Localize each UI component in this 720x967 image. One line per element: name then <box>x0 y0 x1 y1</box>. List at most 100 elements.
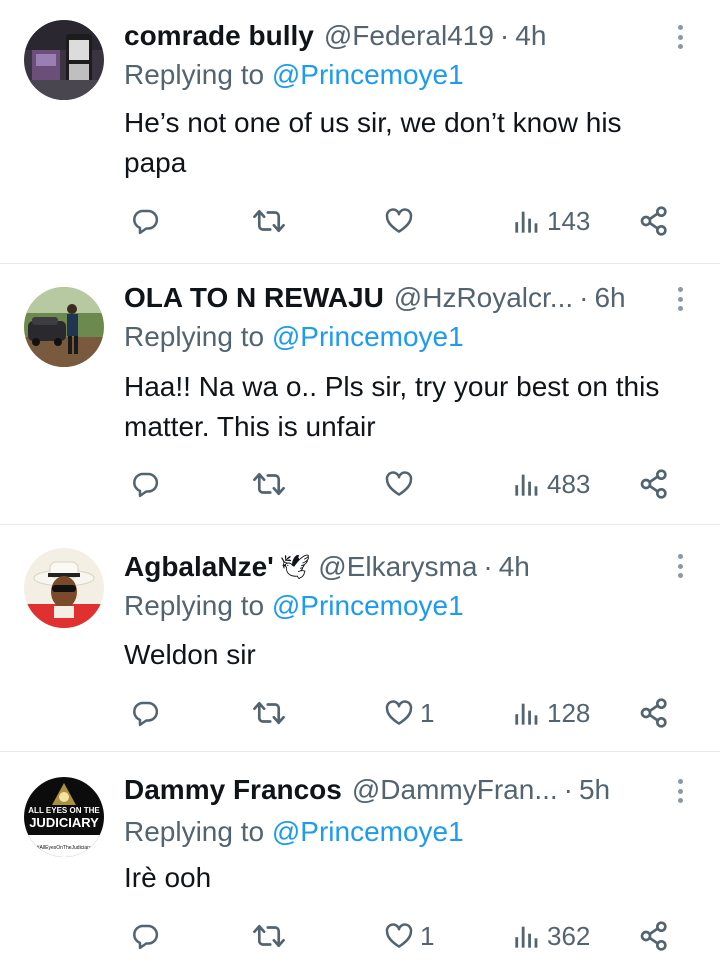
like-icon <box>384 698 414 728</box>
retweet-icon <box>252 921 286 951</box>
reply-icon <box>130 469 160 499</box>
views-button[interactable]: 143 <box>513 201 590 241</box>
author-name[interactable]: Dammy Francos <box>124 774 342 806</box>
share-button[interactable] <box>638 464 670 504</box>
separator-dot: · <box>499 20 510 51</box>
views-count: 143 <box>547 205 591 236</box>
author-name[interactable]: AgbalaNze' <box>124 551 274 583</box>
author-name[interactable]: comrade bully <box>124 20 314 52</box>
replying-to-mention[interactable]: @Princemoye1 <box>272 59 464 90</box>
retweet-icon <box>252 469 286 499</box>
replying-to-label: Replying to <box>124 816 272 847</box>
replying-to-mention[interactable]: @Princemoye1 <box>272 321 464 352</box>
like-button[interactable]: 1 <box>384 916 434 956</box>
reply-icon <box>130 206 160 236</box>
views-count: 483 <box>547 468 591 499</box>
avatar-text-top: ALL EYES ON THE <box>28 806 100 815</box>
reply-icon <box>130 698 160 728</box>
reply-text: Irè ooh <box>124 862 212 893</box>
timestamp[interactable]: 4h <box>515 20 546 52</box>
retweet-icon <box>252 206 286 236</box>
action-bar: 143 <box>0 201 720 241</box>
share-button[interactable] <box>638 693 670 733</box>
reply-header: AgbalaNze' 🕊 @Elkarysma · 4h <box>124 549 660 585</box>
share-button[interactable] <box>638 201 670 241</box>
reply-button[interactable] <box>130 201 160 241</box>
retweet-button[interactable] <box>252 464 286 504</box>
like-count: 1 <box>420 920 435 951</box>
avatar[interactable]: ALL EYES ON THE JUDICIARY #AllEyesOnTheJ… <box>24 777 104 857</box>
like-button[interactable] <box>384 201 420 241</box>
retweet-button[interactable] <box>252 201 286 241</box>
share-icon <box>638 920 670 952</box>
author-name[interactable]: OLA TO N REWAJU <box>124 282 384 314</box>
reply-item[interactable]: OLA TO N REWAJU @HzRoyalcr... · 6h Reply… <box>0 264 720 525</box>
views-icon <box>513 469 541 499</box>
separator-dot: · <box>563 774 573 805</box>
more-icon[interactable] <box>670 776 690 806</box>
replying-to: Replying to @Princemoye1 <box>124 590 464 622</box>
dove-icon: 🕊 <box>279 553 311 581</box>
views-count: 128 <box>547 697 591 728</box>
replying-to: Replying to @Princemoye1 <box>124 816 464 848</box>
replying-to-mention[interactable]: @Princemoye1 <box>272 590 464 621</box>
replying-to-label: Replying to <box>124 321 272 352</box>
retweet-icon <box>252 698 286 728</box>
views-button[interactable]: 128 <box>513 693 590 733</box>
separator-dot: · <box>579 282 589 313</box>
views-button[interactable]: 483 <box>513 464 590 504</box>
like-count: 1 <box>420 697 435 728</box>
separator-dot: · <box>483 551 493 582</box>
reply-text: Haa!! Na wa o.. Pls sir, try your best o… <box>124 371 660 442</box>
share-icon <box>638 205 670 237</box>
author-handle[interactable]: @Federal419 <box>324 20 494 52</box>
replying-to: Replying to @Princemoye1 <box>124 59 464 91</box>
replying-to-label: Replying to <box>124 590 272 621</box>
reply-button[interactable] <box>130 693 160 733</box>
avatar-text-main: JUDICIARY <box>29 815 99 830</box>
retweet-button[interactable] <box>252 693 286 733</box>
views-button[interactable]: 362 <box>513 916 590 956</box>
views-icon <box>513 698 541 728</box>
avatar-text-hashtag: #AllEyesOnTheJudiciary <box>37 845 92 851</box>
avatar[interactable] <box>24 20 104 100</box>
more-icon[interactable] <box>670 22 690 52</box>
reply-text: He’s not one of us sir, we don’t know hi… <box>124 107 622 178</box>
avatar[interactable] <box>24 548 104 628</box>
timestamp[interactable]: 6h <box>594 282 625 314</box>
avatar[interactable] <box>24 287 104 367</box>
reply-item[interactable]: comrade bully @Federal419 · 4h Replying … <box>0 0 720 264</box>
author-handle[interactable]: @HzRoyalcr... <box>394 282 573 314</box>
reply-header: OLA TO N REWAJU @HzRoyalcr... · 6h <box>124 280 660 316</box>
action-bar: 483 <box>0 464 720 504</box>
like-button[interactable] <box>384 464 420 504</box>
like-icon <box>384 469 414 499</box>
timestamp[interactable]: 4h <box>499 551 530 583</box>
reply-button[interactable] <box>130 464 160 504</box>
views-count: 362 <box>547 920 591 951</box>
reply-icon <box>130 921 160 951</box>
views-icon <box>513 921 541 951</box>
views-icon <box>513 206 541 236</box>
like-button[interactable]: 1 <box>384 693 434 733</box>
action-bar: 1 128 <box>0 693 720 733</box>
replying-to: Replying to @Princemoye1 <box>124 321 464 353</box>
action-bar: 1 362 <box>0 916 720 956</box>
like-icon <box>384 921 414 951</box>
like-icon <box>384 206 414 236</box>
reply-header: Dammy Francos @DammyFran... · 5h <box>124 772 660 808</box>
reply-item[interactable]: AgbalaNze' 🕊 @Elkarysma · 4h Replying to… <box>0 525 720 752</box>
replying-to-label: Replying to <box>124 59 272 90</box>
reply-item[interactable]: ALL EYES ON THE JUDICIARY #AllEyesOnTheJ… <box>0 752 720 967</box>
reply-button[interactable] <box>130 916 160 956</box>
author-handle[interactable]: @DammyFran... <box>352 774 558 806</box>
retweet-button[interactable] <box>252 916 286 956</box>
more-icon[interactable] <box>670 551 690 581</box>
author-handle[interactable]: @Elkarysma <box>318 551 477 583</box>
replying-to-mention[interactable]: @Princemoye1 <box>272 816 464 847</box>
reply-header: comrade bully @Federal419 · 4h <box>124 18 660 54</box>
more-icon[interactable] <box>670 284 690 314</box>
share-button[interactable] <box>638 916 670 956</box>
share-icon <box>638 697 670 729</box>
timestamp[interactable]: 5h <box>579 774 610 806</box>
